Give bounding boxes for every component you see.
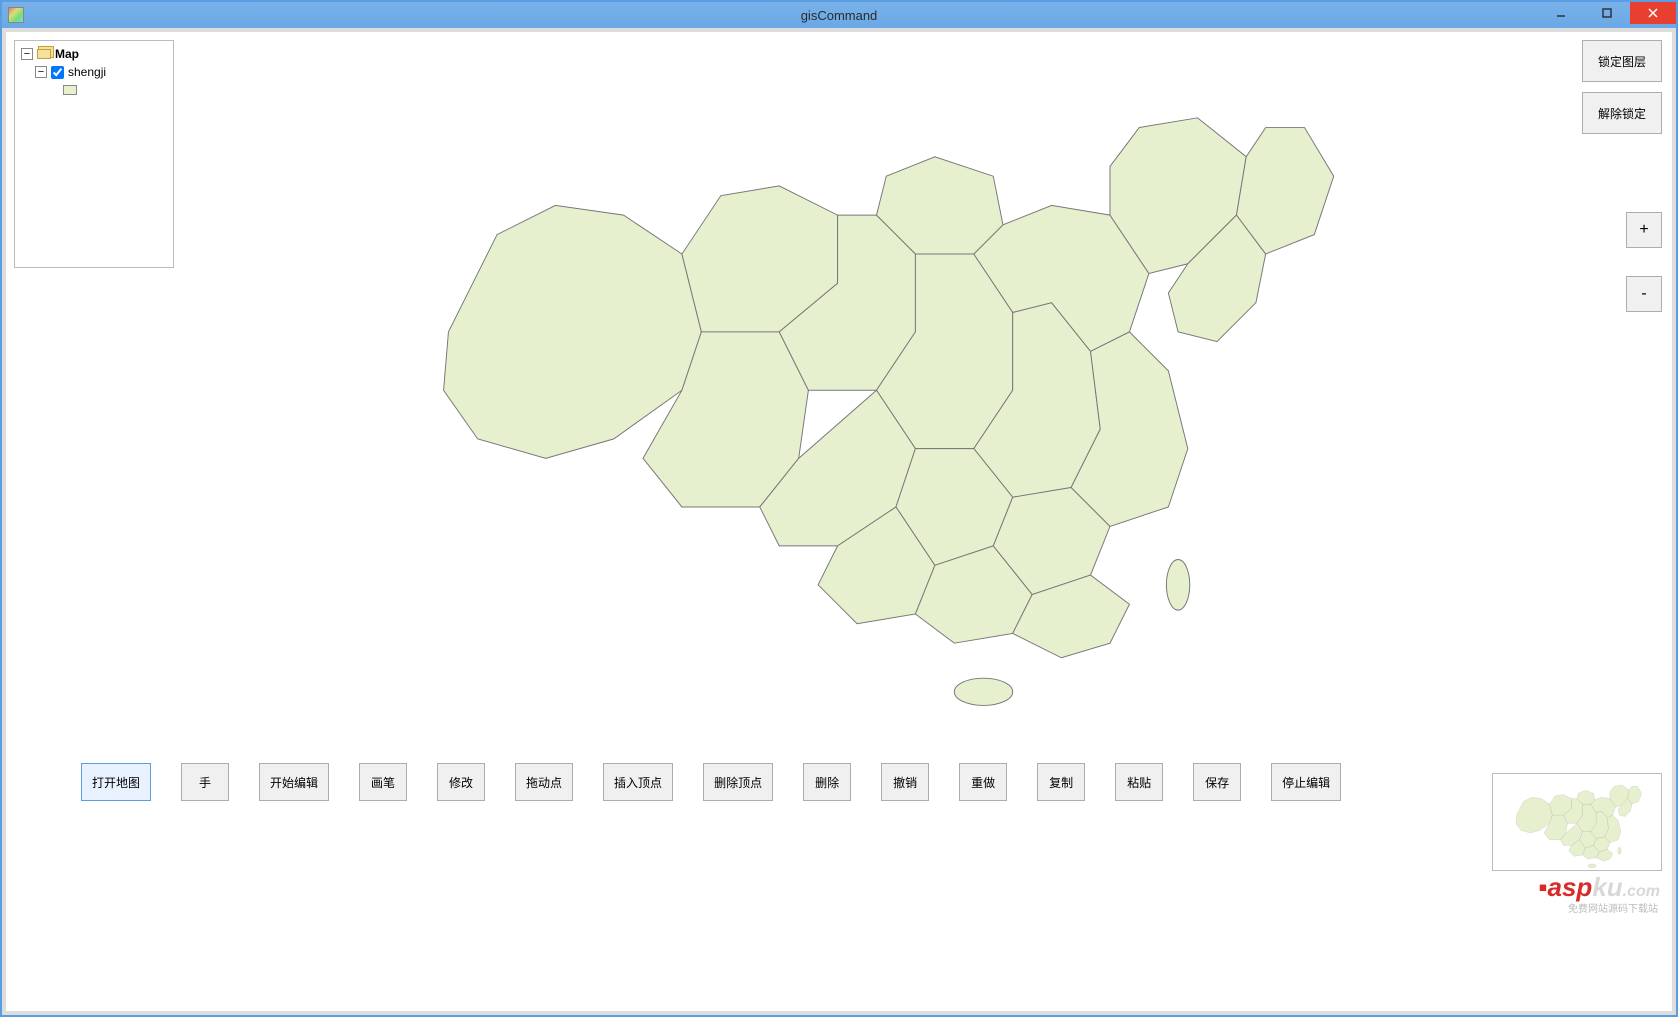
- tree-root-label: Map: [55, 47, 79, 61]
- tree-layer-row[interactable]: − shengji: [21, 63, 167, 81]
- insert-vertex-button[interactable]: 插入顶点: [603, 763, 673, 801]
- start-edit-button[interactable]: 开始编辑: [259, 763, 329, 801]
- unlock-layer-button[interactable]: 解除锁定: [1582, 92, 1662, 134]
- delete-button[interactable]: 删除: [803, 763, 851, 801]
- map-canvas[interactable]: [181, 40, 1572, 721]
- save-button[interactable]: 保存: [1193, 763, 1241, 801]
- app-window: gisCommand − Map − shen: [0, 0, 1678, 1017]
- close-icon: [1647, 7, 1659, 19]
- watermark-suffix: .com: [1623, 883, 1660, 900]
- zoom-buttons: + -: [1626, 212, 1662, 312]
- drag-point-button[interactable]: 拖动点: [515, 763, 573, 801]
- redo-button[interactable]: 重做: [959, 763, 1007, 801]
- titlebar: gisCommand: [2, 2, 1676, 28]
- paste-button[interactable]: 粘贴: [1115, 763, 1163, 801]
- maximize-icon: [1601, 7, 1613, 19]
- watermark-red: asp: [1548, 872, 1593, 902]
- undo-button[interactable]: 撤销: [881, 763, 929, 801]
- zoom-in-button[interactable]: +: [1626, 212, 1662, 248]
- lock-layer-button[interactable]: 锁定图层: [1582, 40, 1662, 82]
- minimize-icon: [1555, 7, 1567, 19]
- minimize-button[interactable]: [1538, 2, 1584, 24]
- close-button[interactable]: [1630, 2, 1676, 24]
- layer-tree-panel: − Map − shengji: [14, 40, 174, 268]
- overview-china-icon: [1493, 774, 1661, 870]
- open-map-button[interactable]: 打开地图: [81, 763, 151, 801]
- watermark-subtitle: 免费网站源码下载站: [1568, 900, 1658, 915]
- tree-collapse-icon[interactable]: −: [21, 48, 33, 60]
- stop-edit-button[interactable]: 停止编辑: [1271, 763, 1341, 801]
- modify-button[interactable]: 修改: [437, 763, 485, 801]
- tree-swatch-row: [21, 81, 167, 99]
- watermark-logo: ▪aspku.com: [1538, 872, 1660, 903]
- watermark-gray: ku: [1592, 872, 1622, 902]
- tree-collapse-icon[interactable]: −: [35, 66, 47, 78]
- app-icon: [8, 7, 24, 23]
- hand-tool-button[interactable]: 手: [181, 763, 229, 801]
- lock-buttons: 锁定图层 解除锁定: [1582, 40, 1662, 134]
- client-area: − Map − shengji 需要锁定的图层： shengji: [6, 32, 1672, 1011]
- maximize-button[interactable]: [1584, 2, 1630, 24]
- tree-root-row[interactable]: − Map: [21, 45, 167, 63]
- overview-map[interactable]: [1492, 773, 1662, 871]
- bottom-toolbar: 打开地图 手 开始编辑 画笔 修改 拖动点 插入顶点 删除顶点 删除 撤销 重做…: [81, 763, 1341, 801]
- window-controls: [1538, 2, 1676, 24]
- tree-layer-label: shengji: [68, 65, 106, 79]
- map-layers-icon: [37, 49, 51, 59]
- brush-button[interactable]: 画笔: [359, 763, 407, 801]
- window-title: gisCommand: [801, 8, 878, 23]
- delete-vertex-button[interactable]: 删除顶点: [703, 763, 773, 801]
- zoom-out-button[interactable]: -: [1626, 276, 1662, 312]
- china-map: [181, 40, 1572, 721]
- layer-color-swatch: [63, 85, 77, 95]
- layer-visibility-checkbox[interactable]: [51, 66, 64, 79]
- watermark-bullet: ▪: [1538, 872, 1547, 902]
- copy-button[interactable]: 复制: [1037, 763, 1085, 801]
